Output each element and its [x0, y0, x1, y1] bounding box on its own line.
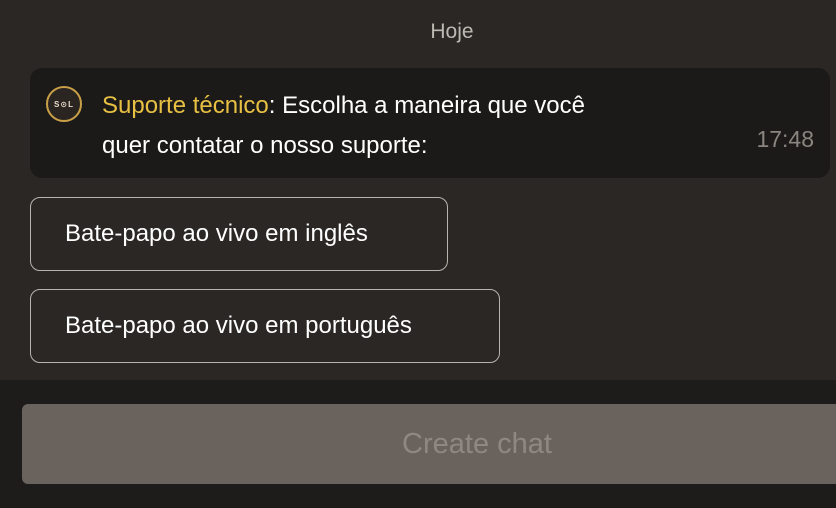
- message-line-1: Escolha a maneira que você: [282, 92, 585, 119]
- message-bubble: S⊙L Suporte técnico: Escolha a maneira q…: [30, 68, 830, 178]
- message-text: Suporte técnico: Escolha a maneira que v…: [102, 86, 702, 166]
- chat-area: Hoje S⊙L Suporte técnico: Escolha a mane…: [0, 0, 836, 380]
- message-time: 17:48: [756, 126, 814, 152]
- create-chat-button[interactable]: Create chat: [22, 404, 836, 484]
- date-divider: Hoje: [430, 20, 474, 43]
- create-chat-label: Create chat: [402, 427, 552, 460]
- sender-name: Suporte técnico: [102, 92, 269, 119]
- footer: Create chat: [0, 380, 836, 508]
- avatar-logo: S⊙L: [54, 99, 74, 109]
- option-button-portuguese[interactable]: Bate-papo ao vivo em português: [30, 289, 500, 363]
- option-button-english[interactable]: Bate-papo ao vivo em inglês: [30, 197, 448, 271]
- avatar: S⊙L: [46, 86, 82, 122]
- message-line-2: quer contatar o nosso suporte:: [102, 132, 428, 159]
- sender-separator: :: [268, 92, 283, 119]
